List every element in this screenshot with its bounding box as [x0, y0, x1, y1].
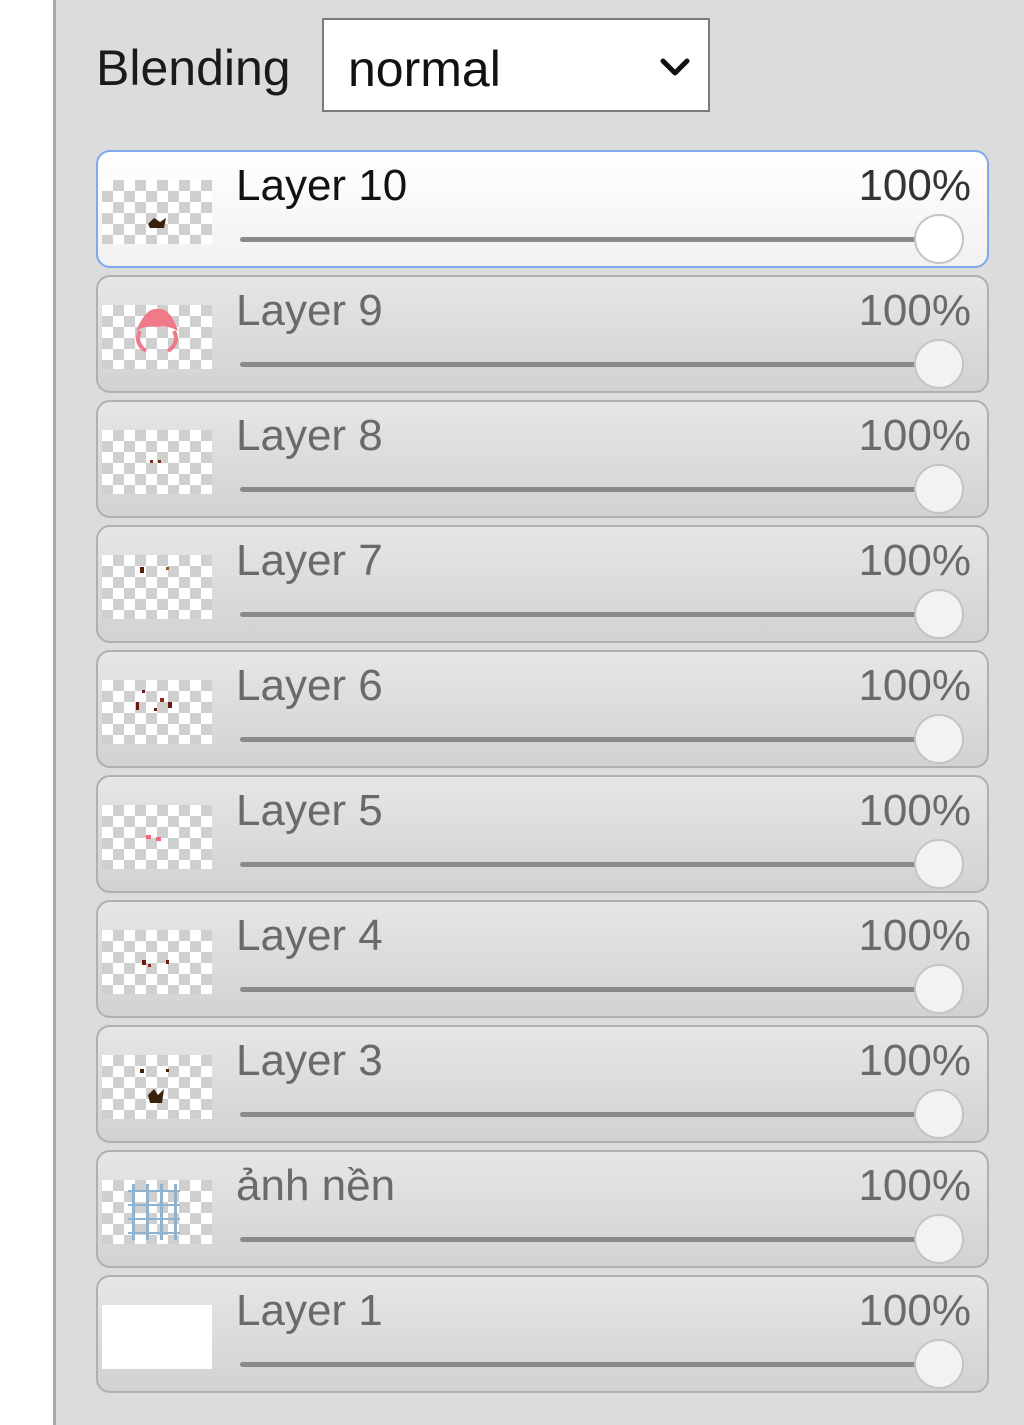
layer-opacity-value: 100% [858, 161, 971, 210]
layer-opacity-value: 100% [858, 286, 971, 335]
opacity-slider[interactable] [240, 237, 948, 242]
opacity-slider-handle[interactable] [914, 214, 964, 264]
layer-opacity-value: 100% [858, 411, 971, 460]
layer-thumbnail [102, 1180, 212, 1244]
opacity-slider-handle[interactable] [914, 1089, 964, 1139]
chevron-down-icon [660, 58, 690, 76]
layer-thumbnail [102, 555, 212, 619]
layer-opacity-value: 100% [858, 1036, 971, 1085]
opacity-slider[interactable] [240, 362, 948, 367]
opacity-slider[interactable] [240, 987, 948, 992]
blending-select[interactable]: normal [322, 18, 710, 112]
layer-item-background[interactable]: ảnh nền 100% [96, 1150, 989, 1268]
opacity-slider-handle[interactable] [914, 964, 964, 1014]
layer-item-9[interactable]: Layer 9 100% [96, 275, 989, 393]
layer-thumbnail [102, 305, 212, 369]
layer-list: Layer 10 100% Layer 9 100% Layer 8 100% [96, 150, 989, 1400]
layer-item-5[interactable]: Layer 5 100% [96, 775, 989, 893]
layer-thumbnail [102, 180, 212, 244]
layer-opacity-value: 100% [858, 661, 971, 710]
layer-name: Layer 9 [236, 286, 383, 335]
opacity-slider[interactable] [240, 612, 948, 617]
opacity-slider-handle[interactable] [914, 339, 964, 389]
opacity-slider[interactable] [240, 1112, 948, 1117]
layer-thumbnail [102, 1055, 212, 1119]
opacity-slider-handle[interactable] [914, 839, 964, 889]
layer-item-6[interactable]: Layer 6 100% [96, 650, 989, 768]
opacity-slider-handle[interactable] [914, 589, 964, 639]
layer-thumbnail [102, 680, 212, 744]
layer-opacity-value: 100% [858, 911, 971, 960]
layer-thumbnail [102, 1305, 212, 1369]
layer-item-3[interactable]: Layer 3 100% [96, 1025, 989, 1143]
layer-name: Layer 7 [236, 536, 383, 585]
layer-name: Layer 5 [236, 786, 383, 835]
layer-thumbnail [102, 930, 212, 994]
layer-name: Layer 1 [236, 1286, 383, 1335]
layer-opacity-value: 100% [858, 536, 971, 585]
layer-item-7[interactable]: Layer 7 100% [96, 525, 989, 643]
layers-panel: Blending normal Layer 10 100% Layer 9 10… [53, 0, 1024, 1425]
layer-opacity-value: 100% [858, 1286, 971, 1335]
layer-name: Layer 3 [236, 1036, 383, 1085]
canvas-edge [0, 0, 53, 1425]
layer-name: Layer 8 [236, 411, 383, 460]
layer-name: Layer 4 [236, 911, 383, 960]
opacity-slider[interactable] [240, 737, 948, 742]
blending-label: Blending [96, 40, 291, 96]
layer-item-4[interactable]: Layer 4 100% [96, 900, 989, 1018]
opacity-slider[interactable] [240, 1362, 948, 1367]
opacity-slider[interactable] [240, 487, 948, 492]
layer-name: Layer 6 [236, 661, 383, 710]
layer-name: Layer 10 [236, 161, 408, 210]
layer-thumbnail [102, 430, 212, 494]
layer-item-8[interactable]: Layer 8 100% [96, 400, 989, 518]
opacity-slider[interactable] [240, 862, 948, 867]
layer-item-1[interactable]: Layer 1 100% [96, 1275, 989, 1393]
opacity-slider-handle[interactable] [914, 1339, 964, 1389]
opacity-slider[interactable] [240, 1237, 948, 1242]
layer-opacity-value: 100% [858, 1161, 971, 1210]
opacity-slider-handle[interactable] [914, 714, 964, 764]
layer-name: ảnh nền [236, 1161, 396, 1210]
layer-thumbnail [102, 805, 212, 869]
opacity-slider-handle[interactable] [914, 1214, 964, 1264]
opacity-slider-handle[interactable] [914, 464, 964, 514]
blending-value: normal [348, 41, 501, 97]
layer-item-10[interactable]: Layer 10 100% [96, 150, 989, 268]
layer-opacity-value: 100% [858, 786, 971, 835]
